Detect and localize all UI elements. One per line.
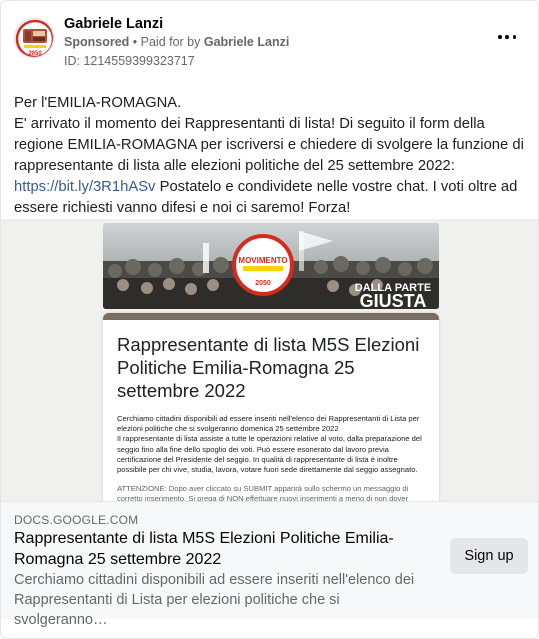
form-description: Cerchiamo cittadini disponibili ad esser… <box>117 414 425 501</box>
dot <box>498 35 502 39</box>
page-name[interactable]: Gabriele Lanzi <box>64 16 163 32</box>
link-description: Cerchiamo cittadini disponibili ad esser… <box>14 572 415 628</box>
m5s-logo-icon: 2050 <box>15 19 53 57</box>
sign-up-button[interactable]: Sign up <box>450 538 528 574</box>
link-media[interactable]: MOVIMENTO 2050 DALLA PARTE GIUSTA Rappre… <box>1 219 538 501</box>
post-body-line1: Per l'EMILIA-ROMAGNA. <box>14 95 182 111</box>
form-para-3: ATTENZIONE: Dopo aver cliccato su SUBMIT… <box>117 484 409 501</box>
crowd-banner-graphic: MOVIMENTO 2050 DALLA PARTE GIUSTA <box>103 223 439 309</box>
form-para-1: Cerchiamo cittadini disponibili ad esser… <box>117 414 420 434</box>
sponsored-label[interactable]: Sponsored <box>64 35 129 49</box>
logo-year: 2050 <box>255 280 271 287</box>
ad-id: ID: 1214559399323717 <box>64 54 195 68</box>
banner-tag-bottom: GIUSTA <box>360 291 427 309</box>
dot <box>512 35 516 39</box>
dot <box>505 35 509 39</box>
link-title[interactable]: Rappresentante di lista M5S Elezioni Pol… <box>14 528 424 570</box>
avatar-badge-text: 2050 <box>28 51 42 57</box>
post-link[interactable]: https://bit.ly/3R1hASv <box>14 179 155 195</box>
post-body: Per l'EMILIA-ROMAGNA. E' arrivato il mom… <box>14 93 529 219</box>
sponsored-line: Sponsored • Paid for by Gabriele Lanzi <box>64 35 289 49</box>
logo-word: MOVIMENTO <box>238 256 287 265</box>
form-para-2: Il rappresentante di lista assiste a tut… <box>117 434 422 475</box>
avatar[interactable]: 2050 <box>14 18 54 58</box>
post-header: 2050 Gabriele Lanzi Sponsored • Paid for… <box>1 1 538 87</box>
post-body-paragraph: E' arrivato il momento dei Rappresentant… <box>14 114 529 219</box>
separator: • <box>129 35 141 49</box>
link-preview[interactable]: DOCS.GOOGLE.COM Rappresentante di lista … <box>1 501 538 628</box>
paid-for-prefix: Paid for by <box>140 35 204 49</box>
more-options-icon[interactable] <box>498 31 516 43</box>
banner-image: MOVIMENTO 2050 DALLA PARTE GIUSTA <box>103 223 439 309</box>
payer-name: Gabriele Lanzi <box>203 35 290 49</box>
ad-card: 2050 Gabriele Lanzi Sponsored • Paid for… <box>0 0 539 639</box>
post-body-line2: E' arrivato il momento dei Rappresentant… <box>14 116 524 174</box>
form-preview: Rappresentante di lista M5S Elezioni Pol… <box>103 313 439 501</box>
form-title: Rappresentante di lista M5S Elezioni Pol… <box>117 334 420 401</box>
link-domain: DOCS.GOOGLE.COM <box>14 513 139 527</box>
